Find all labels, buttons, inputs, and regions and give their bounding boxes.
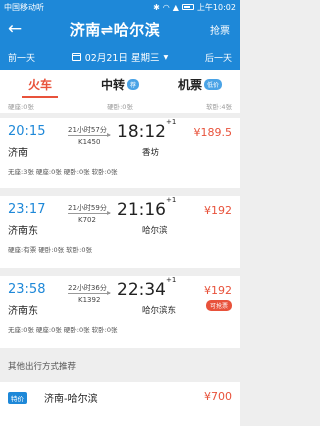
carrier-label: 中国移动听 bbox=[4, 2, 44, 12]
departure-time: 23:58 bbox=[8, 282, 46, 297]
calendar-icon bbox=[71, 53, 81, 61]
flight-recommendation[interactable]: 特价 济南-哈尔滨 ¥700 bbox=[0, 382, 240, 426]
signal-icon: ▲ bbox=[172, 2, 179, 12]
arrival-station: 哈尔滨东 bbox=[142, 306, 177, 316]
low-price-badge: 低价 bbox=[204, 78, 223, 90]
tab-flight-label: 机票 bbox=[177, 77, 202, 92]
train-number: K1450 bbox=[78, 138, 101, 146]
date-picker[interactable]: 02月21日 星期三 ▾ bbox=[71, 50, 169, 64]
seat-info: 硬卧:0张 bbox=[107, 102, 133, 111]
arrival-time: 21:16+1 bbox=[117, 196, 177, 220]
duration: 21小时57分 bbox=[68, 126, 107, 134]
seat-info: 无座:3张 硬座:0张 硬卧:0张 软卧:0张 bbox=[8, 168, 118, 176]
departure-station: 济南东 bbox=[8, 226, 38, 237]
special-offer-tag: 特价 bbox=[8, 392, 27, 404]
tab-train-label: 火车 bbox=[27, 77, 52, 92]
train-card[interactable]: 20:15 21小时57分 K1450 18:12+1 ¥189.5 济南 香坊… bbox=[0, 118, 240, 188]
duration: 22小时36分 bbox=[68, 284, 107, 292]
seat-info: 硬座:0张 bbox=[8, 102, 34, 111]
ticket-price: ¥192 bbox=[204, 284, 232, 297]
tab-flight[interactable]: 机票 低价 bbox=[160, 70, 240, 98]
other-travel-heading: 其他出行方式推荐 bbox=[0, 352, 240, 380]
seat-info: 无座:0张 硬座:0张 硬卧:0张 软卧:0张 bbox=[8, 326, 118, 334]
duration-arrow bbox=[68, 291, 111, 295]
train-number: K702 bbox=[78, 216, 96, 224]
train-card[interactable]: 23:58 22小时36分 K1392 22:34+1 ¥192 可抢票 济南东… bbox=[0, 276, 240, 348]
dropdown-icon: ▾ bbox=[163, 51, 169, 63]
duration-arrow bbox=[68, 133, 111, 137]
recommend-badge: 荐 bbox=[127, 78, 140, 90]
duration: 21小时59分 bbox=[68, 204, 107, 212]
recommended-route: 济南-哈尔滨 bbox=[44, 394, 98, 405]
status-bar: 中国移动听 ✱ ◠ ▲ 上午10:02 bbox=[0, 0, 240, 14]
bluetooth-icon: ✱ bbox=[153, 2, 160, 12]
arrival-time: 18:12+1 bbox=[117, 118, 177, 142]
clock-label: 上午10:02 bbox=[196, 2, 236, 12]
ticket-price: ¥189.5 bbox=[193, 126, 233, 139]
mode-tabs: 火车 中转 荐 机票 低价 bbox=[0, 70, 240, 98]
ticket-price: ¥192 bbox=[204, 204, 232, 217]
app-header: ← 济南⇌哈尔滨 抢票 bbox=[0, 14, 240, 44]
duration-arrow bbox=[68, 211, 111, 215]
recommended-price: ¥700 bbox=[204, 390, 232, 403]
tab-transfer[interactable]: 中转 荐 bbox=[80, 70, 160, 98]
tab-train[interactable]: 火车 bbox=[0, 70, 80, 98]
next-day-button[interactable]: 后一天 bbox=[205, 51, 232, 64]
arrival-station: 哈尔滨 bbox=[142, 226, 168, 236]
day-offset: +1 bbox=[166, 196, 177, 205]
departure-time: 23:17 bbox=[8, 202, 46, 217]
day-offset: +1 bbox=[166, 118, 177, 127]
prev-day-button[interactable]: 前一天 bbox=[8, 51, 35, 64]
back-arrow-icon[interactable]: ← bbox=[0, 14, 30, 44]
tab-transfer-label: 中转 bbox=[100, 77, 125, 92]
seat-info: 软卧:4张 bbox=[206, 102, 232, 111]
wifi-icon: ◠ bbox=[162, 2, 170, 12]
grab-ticket-tag: 可抢票 bbox=[205, 300, 232, 311]
grab-ticket-button[interactable]: 抢票 bbox=[200, 22, 240, 37]
arrival-station: 香坊 bbox=[142, 148, 160, 158]
date-bar: 前一天 02月21日 星期三 ▾ 后一天 bbox=[0, 44, 240, 70]
route-title[interactable]: 济南⇌哈尔滨 bbox=[30, 19, 200, 40]
seat-info: 硬座:有票 硬卧:0张 软卧:0张 bbox=[8, 246, 92, 254]
train-card[interactable]: 23:17 21小时59分 K702 21:16+1 ¥192 济南东 哈尔滨 … bbox=[0, 196, 240, 268]
departure-station: 济南东 bbox=[8, 306, 38, 317]
previous-train-seats: 硬座:0张 硬卧:0张 软卧:4张 bbox=[0, 98, 240, 114]
departure-time: 20:15 bbox=[8, 124, 46, 139]
departure-station: 济南 bbox=[8, 148, 28, 159]
date-label: 02月21日 星期三 bbox=[84, 53, 160, 64]
train-number: K1392 bbox=[78, 296, 101, 304]
battery-icon bbox=[181, 4, 194, 10]
arrival-time: 22:34+1 bbox=[117, 276, 177, 300]
day-offset: +1 bbox=[166, 276, 177, 285]
